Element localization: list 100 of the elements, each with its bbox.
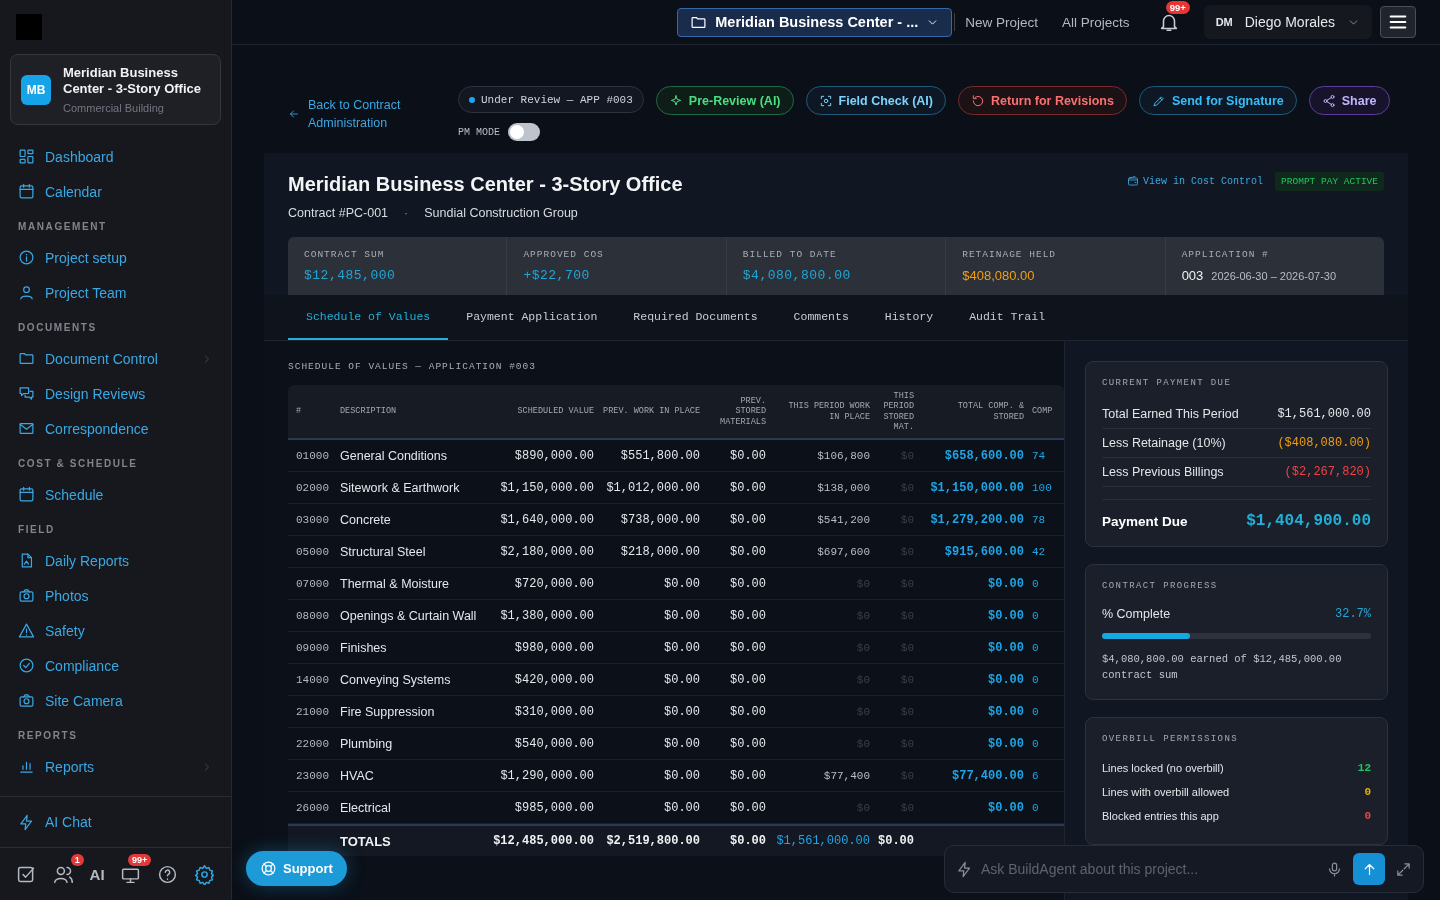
pm-mode-toggle[interactable] (508, 123, 540, 141)
table-cell-text: Sitework & Earthwork (339, 480, 461, 495)
action-button[interactable]: Send for Signature (1138, 86, 1297, 115)
sidebar-item[interactable]: Daily Reports (0, 543, 231, 578)
project-selector[interactable]: Meridian Business Center - ... (677, 7, 953, 37)
table-cell-text: $697,600 (816, 545, 871, 558)
table-cell-text: $0.00 (987, 672, 1025, 687)
progress-note: $4,080,800.00 earned of $12,485,000.00 contract sum (1102, 652, 1343, 683)
table-cell-text: $106,800 (816, 449, 871, 462)
totals-cell-text: $0.00 (729, 834, 767, 848)
sidebar-item[interactable]: Document Control (0, 341, 231, 376)
table-cell-text: 100 (1031, 481, 1053, 494)
sidebar-item[interactable]: Compliance (0, 648, 231, 683)
camera-icon (18, 587, 35, 604)
section-heading: MANAGEMENT (17, 220, 108, 234)
camera-icon (18, 692, 35, 709)
section-heading: REPORTS (17, 729, 79, 743)
card-title: OVERBILL PERMISSIONS (1102, 734, 1240, 744)
action-button[interactable]: Field Check (AI) (805, 86, 946, 115)
back-link[interactable]: Back to Contract Administration (288, 96, 438, 132)
share-icon (1321, 93, 1336, 108)
action-button[interactable]: Pre-Review (AI) (655, 86, 794, 115)
notification-badge: 99+ (128, 853, 152, 866)
menu-button[interactable] (1380, 6, 1416, 38)
help-icon[interactable] (157, 863, 179, 885)
progress-value: 32.7% (1335, 607, 1371, 621)
microphone-icon[interactable] (1326, 860, 1343, 878)
overbill-label: Lines locked (no overbill) (1102, 762, 1224, 774)
table-cell-text: 42 (1031, 545, 1047, 558)
ai-button[interactable]: AI (89, 865, 105, 883)
table-cell-text: $1,150,000.00 (499, 480, 595, 495)
table-cell-text: 74 (1031, 449, 1047, 462)
settings-icon[interactable] (194, 863, 215, 885)
action-button[interactable]: Share (1308, 86, 1390, 115)
stat-label: BILLED TO DATE (742, 249, 838, 260)
sidebar-item[interactable]: Schedule (0, 477, 231, 512)
sidebar-item[interactable]: Design Reviews (0, 376, 231, 411)
project-card[interactable]: MB Meridian Business Center - 3-Story Office Commercial Building (10, 54, 221, 125)
action-button[interactable]: Return for Revisions (958, 86, 1127, 115)
table-cell-text: $1,012,000.00 (605, 480, 701, 495)
nav-link[interactable]: All Projects (1062, 14, 1130, 30)
table-cell-text: $218,000.00 (619, 544, 701, 559)
table-cell-text: $551,800.00 (619, 448, 701, 463)
totals-cell-text: $2,519,800.00 (605, 834, 701, 848)
overbill-count: 0 (1364, 786, 1371, 798)
sidebar-item[interactable]: Dashboard (0, 139, 231, 174)
table-cell-text: $0.00 (729, 512, 767, 527)
sidebar-item[interactable]: Photos (0, 578, 231, 613)
section-heading: COST & SCHEDULE (17, 457, 139, 471)
application-period: 2026-06-30 – 2026-07-30 (1211, 270, 1337, 282)
sidebar-item[interactable]: Project Team (0, 275, 231, 310)
column-header: TOTAL COMP. & STORED (956, 401, 1025, 422)
sidebar-item[interactable]: Site Camera (0, 683, 231, 718)
column-header: PREV. WORK IN PLACE (602, 406, 701, 417)
send-button[interactable] (1353, 853, 1385, 885)
sidebar-item[interactable]: Reports (0, 749, 231, 784)
tab[interactable]: Payment Application (448, 295, 616, 340)
chat-bubbles-icon (18, 385, 35, 402)
table-cell-text: $0.00 (663, 704, 701, 719)
tab[interactable]: Required Documents (615, 295, 776, 340)
table-cell-text: Openings & Curtain Wall (339, 608, 478, 623)
warning-icon (18, 622, 35, 639)
table-cell-text: Thermal & Moisture (339, 576, 451, 591)
sidebar-item[interactable]: Project setup (0, 240, 231, 275)
overbill-label: Blocked entries this app (1102, 810, 1219, 822)
table-cell-text: $890,000.00 (513, 448, 595, 463)
table-cell-text: 08000 (295, 609, 330, 622)
table-cell-text: $0.00 (729, 480, 767, 495)
table-cell-text: $980,000.00 (513, 640, 595, 655)
table-cell-text: $0.00 (729, 448, 767, 463)
table-cell-text: Finishes (339, 640, 388, 655)
toggle-label: PM MODE (458, 126, 500, 138)
column-header: SCHEDULED VALUE (516, 406, 595, 417)
tab[interactable]: History (866, 295, 952, 340)
table-cell-text: 78 (1031, 513, 1047, 526)
tab[interactable]: Comments (775, 295, 867, 340)
chat-input[interactable]: Ask BuildAgent about this project... (944, 845, 1424, 893)
lightning-icon (18, 813, 35, 831)
table-cell-text: $310,000.00 (513, 704, 595, 719)
tab[interactable]: Audit Trail (951, 295, 1064, 340)
project-name: Meridian Business Center - 3-Story Office (63, 65, 202, 97)
payment-label: Total Earned This Period (1102, 407, 1239, 421)
table-cell-text: $0.00 (729, 608, 767, 623)
payment-label: Less Retainage (10%) (1102, 436, 1226, 450)
sidebar-item[interactable]: Calendar (0, 174, 231, 209)
ai-chat-item[interactable]: AI Chat (0, 796, 231, 848)
sidebar-item[interactable]: Correspondence (0, 411, 231, 446)
nav-link[interactable]: New Project (965, 14, 1039, 30)
sidebar-item[interactable]: Safety (0, 613, 231, 648)
separator-dot: · (404, 206, 409, 220)
column-header: # (295, 406, 303, 417)
contractor-name: Sundial Construction Group (424, 206, 578, 220)
table-cell-text: 6 (1031, 769, 1040, 782)
overbill-count: 0 (1364, 810, 1371, 822)
user-menu[interactable]: DM Diego Morales (1203, 5, 1372, 39)
cost-control-link[interactable]: View in Cost Control (1127, 175, 1264, 187)
table-cell-text: $0.00 (987, 704, 1025, 719)
totals-cell-text: $1,561,000.00 (775, 834, 871, 848)
expand-icon[interactable] (1395, 860, 1412, 878)
table-cell-text: $0.00 (729, 768, 767, 783)
